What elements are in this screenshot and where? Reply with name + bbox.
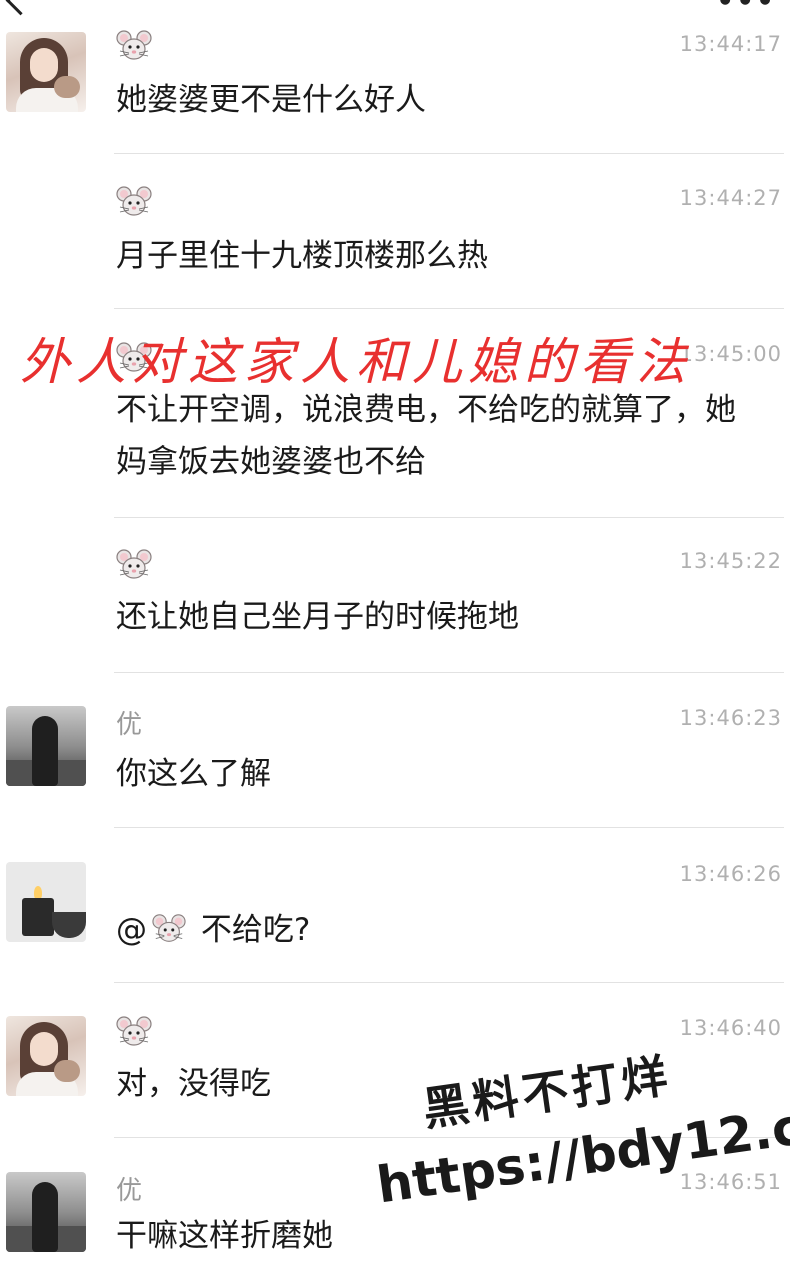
avatar[interactable] [6,32,86,112]
overlay-caption: 外人对这家人和儿媳的看法 [20,333,692,391]
chat-message: 13:45:22 还让她自己坐月子的时候拖地 [0,545,790,665]
mouse-emoji-icon [116,547,152,583]
message-text: 还让她自己坐月子的时候拖地 [116,599,519,635]
avatar[interactable] [6,1016,86,1096]
divider [114,827,784,828]
sender-name: 优 [116,1176,143,1206]
message-body: 不给吃? [200,912,311,948]
mouse-emoji-icon [116,1014,152,1050]
divider [114,517,784,518]
message-text: 月子里住十九楼顶楼那么热 [116,238,488,274]
message-time: 13:44:27 [679,186,782,210]
divider [114,153,784,154]
message-time: 13:45:22 [679,549,782,573]
more-options-icon[interactable]: ••• [716,0,776,15]
avatar[interactable] [6,706,86,786]
chat-message: 优 13:46:23 你这么了解 [0,704,790,824]
message-text: 不让开空调，说浪费电，不给吃的就算了，她妈拿饭去她婆婆也不给 [116,392,736,480]
mouse-emoji-icon [116,28,152,64]
message-time: 13:46:26 [679,862,782,886]
sender-name: 优 [116,710,143,740]
message-time: 13:46:23 [679,706,782,730]
chat-message: 13:44:17 她婆婆更不是什么好人 [0,32,790,152]
avatar[interactable] [6,862,86,942]
message-text: 你这么了解 [116,756,271,792]
back-arrow-icon[interactable] [5,0,36,16]
chat-header: ••• [0,0,790,22]
avatar[interactable] [6,1172,86,1252]
chat-message: 13:44:27 月子里住十九楼顶楼那么热 [0,184,790,304]
divider [114,672,784,673]
message-time: 13:44:17 [679,32,782,56]
message-text: @ 不给吃? [116,904,756,956]
divider [114,308,784,309]
divider [114,982,784,983]
mention-prefix[interactable]: @ [116,912,147,948]
mouse-emoji-icon [116,184,152,220]
chat-message: 13:46:26 @ 不给吃? [0,860,790,980]
mouse-emoji-icon [151,912,187,946]
message-text: 她婆婆更不是什么好人 [116,82,426,118]
